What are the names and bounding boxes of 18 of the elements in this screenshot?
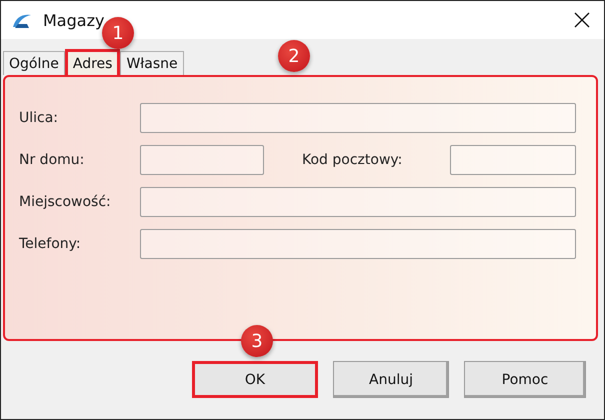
dialog-button[interactable]: OK: [192, 361, 318, 398]
field-label: Nr domu:: [19, 152, 86, 168]
close-icon[interactable]: [574, 12, 590, 28]
input-field[interactable]: [140, 103, 576, 133]
field-label: Ulica:: [19, 110, 60, 126]
dialog-button[interactable]: Pomoc: [464, 361, 586, 398]
field-label: Telefony:: [19, 236, 82, 252]
input-field[interactable]: [140, 229, 576, 259]
step-badge: 3: [241, 325, 273, 357]
field-label: Kod pocztowy:: [302, 152, 404, 168]
input-field[interactable]: [450, 145, 576, 175]
tab[interactable]: Adres: [64, 49, 120, 75]
input-field[interactable]: [140, 145, 264, 175]
tab[interactable]: Własne: [120, 51, 184, 75]
field-label: Miejscowość:: [19, 194, 112, 210]
dialog-button[interactable]: Anuluj: [333, 361, 449, 398]
tab[interactable]: Ogólne: [3, 51, 65, 75]
input-field[interactable]: [140, 187, 576, 217]
